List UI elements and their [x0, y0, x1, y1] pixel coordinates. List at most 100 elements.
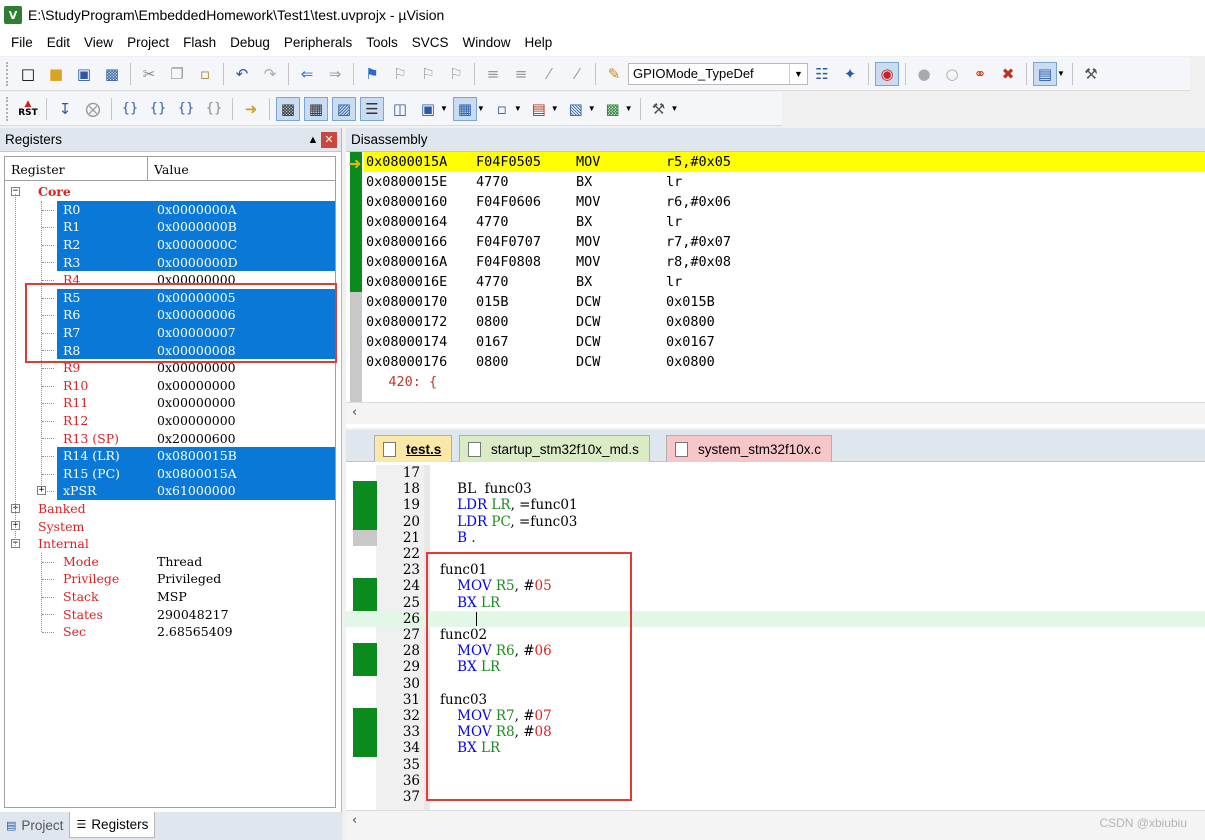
next-bookmark-icon[interactable]: ⚐ — [416, 62, 440, 86]
disassembly-window-icon[interactable]: ▦ — [304, 96, 328, 121]
register-value[interactable]: 0x00000006 — [157, 307, 236, 322]
chevron-down-icon[interactable]: ▼ — [440, 104, 448, 113]
disassembly-row[interactable]: 0x08000170 015B DCW 0x015B — [364, 292, 1205, 312]
disassembly-row[interactable]: 0x0800015A F04F0505 MOV r5,#0x05 — [364, 152, 1205, 172]
toolbar-grip[interactable] — [6, 61, 10, 86]
save-icon[interactable]: ▣ — [72, 62, 96, 86]
window-layout-icon[interactable]: ▤ — [1033, 61, 1057, 86]
register-row[interactable]: R10 0x00000000 — [5, 377, 335, 395]
show-next-statement-icon[interactable]: ➜ — [239, 97, 263, 121]
tree-group-internal[interactable]: − Internal — [5, 535, 335, 553]
disassembly-row[interactable]: 0x0800015E 4770 BX lr — [364, 172, 1205, 192]
stop-icon[interactable]: ⨂ — [81, 97, 105, 121]
register-value[interactable]: 0x00000008 — [157, 343, 236, 358]
menu-window[interactable]: Window — [455, 32, 517, 54]
debug-session-icon[interactable]: ✦ — [838, 62, 862, 86]
serial-windows-icon[interactable]: ▫ — [490, 97, 514, 121]
col-register[interactable]: Register — [5, 157, 148, 180]
disassembly-row[interactable]: 0x08000166 F04F0707 MOV r7,#0x07 — [364, 232, 1205, 252]
open-folder-icon[interactable]: ■ — [44, 62, 68, 86]
register-row[interactable]: R13 (SP) 0x20000600 — [5, 429, 335, 447]
register-value[interactable]: 0x00000000 — [157, 395, 236, 410]
register-value[interactable]: 0x00000000 — [157, 378, 236, 393]
disassembly-row[interactable]: 0x08000160 F04F0606 MOV r6,#0x06 — [364, 192, 1205, 212]
disassembly-row[interactable]: 0x08000172 0800 DCW 0x0800 — [364, 312, 1205, 332]
disassembly-row[interactable]: 0x08000176 0800 DCW 0x0800 — [364, 352, 1205, 372]
pin-icon[interactable]: ▲ — [305, 134, 321, 146]
chevron-down-icon[interactable]: ▼ — [551, 104, 559, 113]
scroll-left-icon[interactable]: ‹ — [352, 813, 357, 828]
register-value[interactable]: 0x0000000D — [157, 255, 238, 270]
tab-registers[interactable]: ☰ Registers — [69, 812, 156, 838]
chevron-down-icon[interactable]: ▼ — [671, 104, 679, 113]
reset-icon[interactable]: ▲ RST — [16, 97, 40, 121]
copy-icon[interactable]: ❐ — [165, 62, 189, 86]
register-row[interactable]: R3 0x0000000D — [5, 253, 335, 271]
register-row[interactable]: + xPSR 0x61000000 — [5, 482, 335, 500]
register-value[interactable]: 0x0800015B — [157, 448, 237, 463]
menu-view[interactable]: View — [77, 32, 120, 54]
chevron-down-icon[interactable]: ▼ — [588, 104, 596, 113]
disassembly-hscrollbar[interactable]: ‹ — [346, 402, 1205, 424]
indent-icon[interactable]: ≡ — [481, 62, 505, 86]
watch-windows-icon[interactable]: ▣ — [416, 97, 440, 121]
source-annotation-line[interactable]: 420: { — [364, 372, 1205, 392]
memory-windows-icon[interactable]: ▦ — [452, 96, 477, 121]
register-value[interactable]: 0x0000000C — [157, 237, 237, 252]
run-icon[interactable]: ↧ — [53, 97, 77, 121]
register-value[interactable]: 0x0000000B — [157, 219, 237, 234]
tab-system-file[interactable]: system_stm32f10x.c — [666, 435, 833, 462]
step-over-icon[interactable]: {} — [146, 97, 170, 121]
trace-windows-icon[interactable]: ▧ — [564, 97, 588, 121]
save-all-icon[interactable]: ▩ — [100, 62, 124, 86]
bookmark-icon[interactable]: ⚑ — [360, 62, 384, 86]
register-value[interactable]: 0x00000005 — [157, 290, 236, 305]
navigate-forward-icon[interactable]: ⇒ — [323, 62, 347, 86]
kill-all-breakpoints-icon[interactable]: ✖ — [996, 62, 1020, 86]
symbols-window-icon[interactable]: ▨ — [332, 96, 356, 121]
find-combo[interactable]: GPIOMode_TypeDef ▼ — [628, 62, 808, 85]
register-row[interactable]: R1 0x0000000B — [5, 218, 335, 236]
chevron-down-icon[interactable]: ▼ — [625, 104, 633, 113]
cut-icon[interactable]: ✂ — [137, 62, 161, 86]
menu-help[interactable]: Help — [518, 32, 560, 54]
undo-icon[interactable]: ↶ — [230, 62, 254, 86]
step-out-icon[interactable]: {} — [174, 97, 198, 121]
chevron-down-icon[interactable]: ▼ — [1057, 69, 1065, 78]
find-in-files-icon[interactable]: ✎ — [602, 62, 626, 86]
command-window-icon[interactable]: ▩ — [276, 96, 300, 121]
disassembly-row[interactable]: 0x08000164 4770 BX lr — [364, 212, 1205, 232]
incremental-find-icon[interactable]: ☷ — [810, 62, 834, 86]
menu-project[interactable]: Project — [120, 32, 176, 54]
menu-flash[interactable]: Flash — [176, 32, 223, 54]
disable-breakpoint-icon[interactable]: ○ — [940, 62, 964, 86]
menu-debug[interactable]: Debug — [223, 32, 277, 54]
internal-row[interactable]: Mode Thread — [5, 553, 335, 571]
code-line[interactable]: 19 LDR LR, =func01 — [346, 497, 1205, 514]
register-value[interactable]: 0x0800015A — [157, 466, 237, 481]
breakpoint-icon[interactable]: ● — [912, 62, 936, 86]
register-row[interactable]: R15 (PC) 0x0800015A — [5, 464, 335, 483]
menu-file[interactable]: File — [4, 32, 40, 54]
menu-peripherals[interactable]: Peripherals — [277, 32, 359, 54]
register-row[interactable]: R0 0x0000000A — [5, 200, 335, 219]
tree-group-system[interactable]: + System — [5, 517, 335, 535]
register-value[interactable]: 0x00000000 — [157, 413, 236, 428]
system-viewer-icon[interactable]: ▩ — [601, 97, 625, 121]
chevron-down-icon[interactable]: ▼ — [514, 104, 522, 113]
internal-row[interactable]: Privilege Privileged — [5, 570, 335, 588]
col-value[interactable]: Value — [148, 157, 193, 180]
configure-icon[interactable]: ⚒ — [1079, 62, 1103, 86]
register-value[interactable]: 0x20000600 — [157, 431, 236, 446]
uncomment-icon[interactable]: ⁄ — [565, 62, 589, 86]
register-row[interactable]: R14 (LR) 0x0800015B — [5, 447, 335, 465]
prev-bookmark-icon[interactable]: ⚐ — [388, 62, 412, 86]
run-to-cursor-icon[interactable]: {} — [202, 97, 226, 121]
register-value[interactable]: 0x00000007 — [157, 325, 236, 340]
tree-group-core[interactable]: − Core — [5, 183, 335, 201]
tab-test-s[interactable]: test.s — [374, 435, 453, 462]
toolbox-icon[interactable]: ⚒ — [647, 97, 671, 121]
menu-edit[interactable]: Edit — [40, 32, 77, 54]
code-line[interactable]: 20 LDR PC, =func03 — [346, 513, 1205, 530]
register-value[interactable]: 0x61000000 — [157, 483, 236, 498]
